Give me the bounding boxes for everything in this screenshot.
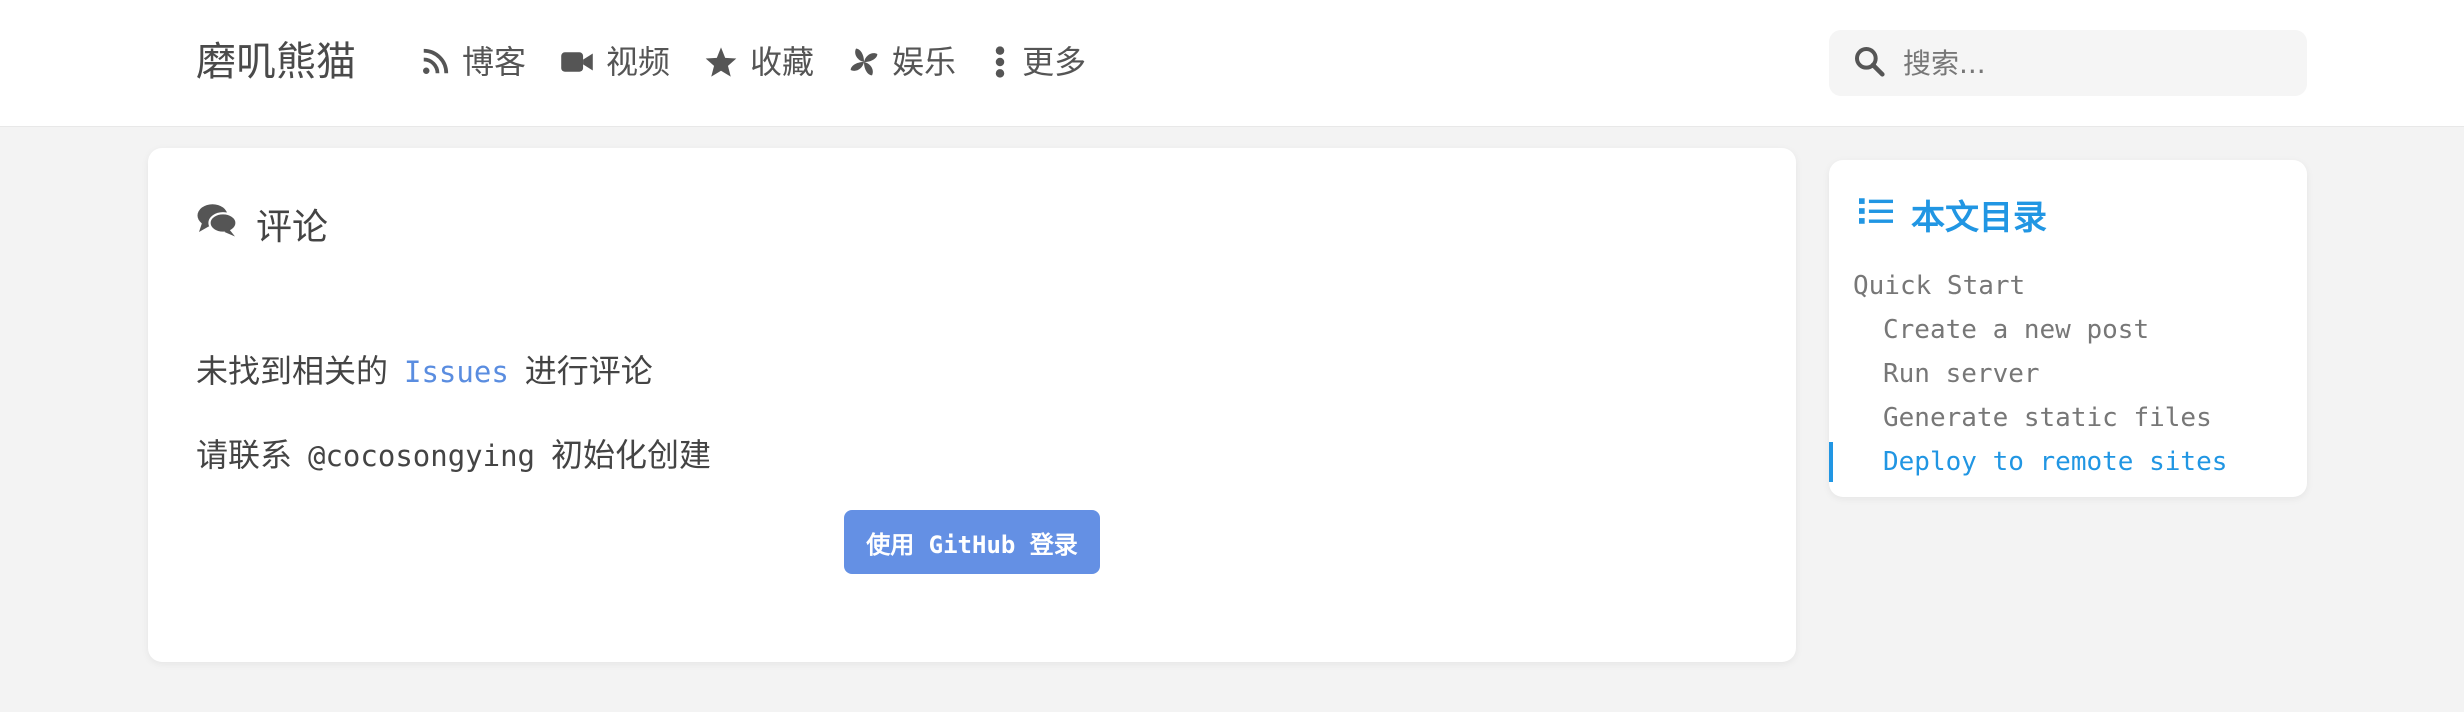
contact-message: 请联系 @cocosongying 初始化创建 [196, 430, 711, 476]
main-nav: 博客 视频 收藏 娱乐 更多 [420, 38, 1086, 86]
no-issues-message: 未找到相关的 Issues 进行评论 [196, 346, 653, 392]
toc-item-run-server[interactable]: Run server [1829, 352, 2307, 396]
video-icon [560, 47, 594, 77]
more-vertical-icon [990, 45, 1010, 79]
search-box[interactable] [1829, 30, 2307, 96]
issues-link[interactable]: Issues [404, 355, 509, 389]
nav-item-entertainment[interactable]: 娱乐 [848, 38, 956, 86]
nav-item-label: 博客 [462, 43, 527, 81]
message-text: 进行评论 [524, 352, 653, 390]
owner-mention: @cocosongying [308, 439, 535, 473]
nav-item-label: 收藏 [750, 43, 815, 81]
search-input[interactable] [1901, 45, 2281, 81]
toc-item-deploy[interactable]: Deploy to remote sites [1829, 440, 2307, 484]
nav-item-favorites[interactable]: 收藏 [704, 38, 814, 86]
nav-item-label: 更多 [1022, 43, 1087, 81]
toc-heading: 本文目录 [1859, 190, 2047, 239]
star-icon [704, 46, 738, 78]
comments-icon [196, 202, 238, 247]
nav-item-more[interactable]: 更多 [990, 38, 1086, 86]
table-of-contents: 本文目录 Quick Start Create a new post Run s… [1829, 160, 2307, 497]
pinwheel-icon [848, 46, 880, 78]
list-icon [1859, 195, 1893, 235]
toc-list: Quick Start Create a new post Run server… [1829, 264, 2307, 484]
comments-heading: 评论 [196, 198, 328, 250]
nav-item-label: 视频 [606, 43, 671, 81]
rss-icon [420, 47, 450, 77]
comments-card: 评论 未找到相关的 Issues 进行评论 请联系 @cocosongying … [148, 148, 1796, 662]
toc-item-create-post[interactable]: Create a new post [1829, 308, 2307, 352]
top-navbar: 磨叽熊猫 博客 视频 收藏 娱乐 更多 搜索... [0, 0, 2464, 127]
toc-item-quick-start[interactable]: Quick Start [1829, 264, 2307, 308]
message-text: 请联系 [196, 436, 293, 474]
nav-item-blog[interactable]: 博客 [420, 38, 526, 86]
search-icon [1853, 45, 1885, 81]
nav-item-video[interactable]: 视频 [560, 38, 670, 86]
message-text: 未找到相关的 [196, 352, 389, 390]
site-brand[interactable]: 磨叽熊猫 [196, 36, 356, 88]
toc-title: 本文目录 [1911, 198, 2047, 238]
github-login-button[interactable]: 使用 GitHub 登录 [844, 510, 1100, 574]
comments-title: 评论 [256, 207, 329, 248]
nav-item-label: 娱乐 [892, 43, 957, 81]
toc-item-generate-static[interactable]: Generate static files [1829, 396, 2307, 440]
message-text: 初始化创建 [551, 436, 712, 474]
